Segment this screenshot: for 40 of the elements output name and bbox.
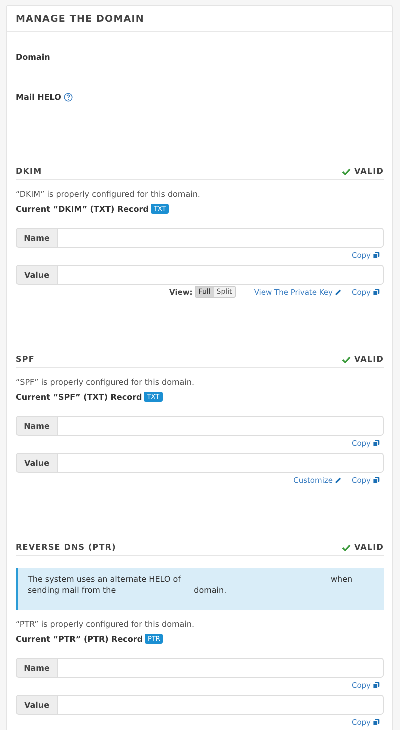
check-icon xyxy=(342,356,352,364)
copy-icon xyxy=(373,440,380,446)
status-label: VALID xyxy=(342,543,384,552)
status-message: “DKIM” is properly configured for this domain. xyxy=(16,190,202,199)
input-field[interactable] xyxy=(58,228,384,248)
field-label: Value xyxy=(16,265,58,285)
pencil-icon xyxy=(334,476,342,484)
section-title: REVERSE DNS (PTR) xyxy=(16,543,116,552)
input-field[interactable] xyxy=(58,695,384,715)
copy-icon xyxy=(373,476,380,484)
input-field[interactable] xyxy=(58,416,384,436)
record-label: Current “DKIM” (TXT) Record xyxy=(16,204,149,214)
record-label: Current “PTR” (PTR) Record xyxy=(16,634,144,644)
status-message: “SPF” is properly configured for this domain. xyxy=(16,378,196,387)
field-label: Name xyxy=(16,228,58,248)
section-title: SPF xyxy=(16,355,35,364)
field-label: Name xyxy=(16,416,58,436)
copy-icon xyxy=(373,718,380,726)
pencil-icon xyxy=(334,288,342,296)
field-label: Value xyxy=(16,695,58,715)
status-label: VALID xyxy=(342,167,384,176)
alert-text: The system uses an alternate HELO of when sending mail from the domain. xyxy=(28,575,353,595)
section-title: DKIM xyxy=(16,167,42,176)
input-field[interactable] xyxy=(58,453,384,473)
check-icon xyxy=(342,168,352,176)
help-icon[interactable] xyxy=(64,92,74,102)
copy-icon xyxy=(373,288,380,296)
field-label: Name xyxy=(16,658,58,678)
record-label: Current “SPF” (TXT) Record xyxy=(16,392,142,402)
copy-icon xyxy=(373,682,380,688)
status-message: “PTR” is properly configured for this domain. xyxy=(16,620,196,629)
input-field[interactable] xyxy=(58,658,384,678)
status-label: VALID xyxy=(342,355,384,364)
input-field[interactable] xyxy=(58,265,384,285)
field-title: Mail HELO xyxy=(16,92,62,102)
field-title: Domain xyxy=(16,52,50,62)
panel-title: MANAGE THE DOMAIN xyxy=(16,14,146,25)
field-label: Value xyxy=(16,453,58,473)
check-icon xyxy=(342,544,352,552)
copy-icon xyxy=(373,252,380,258)
